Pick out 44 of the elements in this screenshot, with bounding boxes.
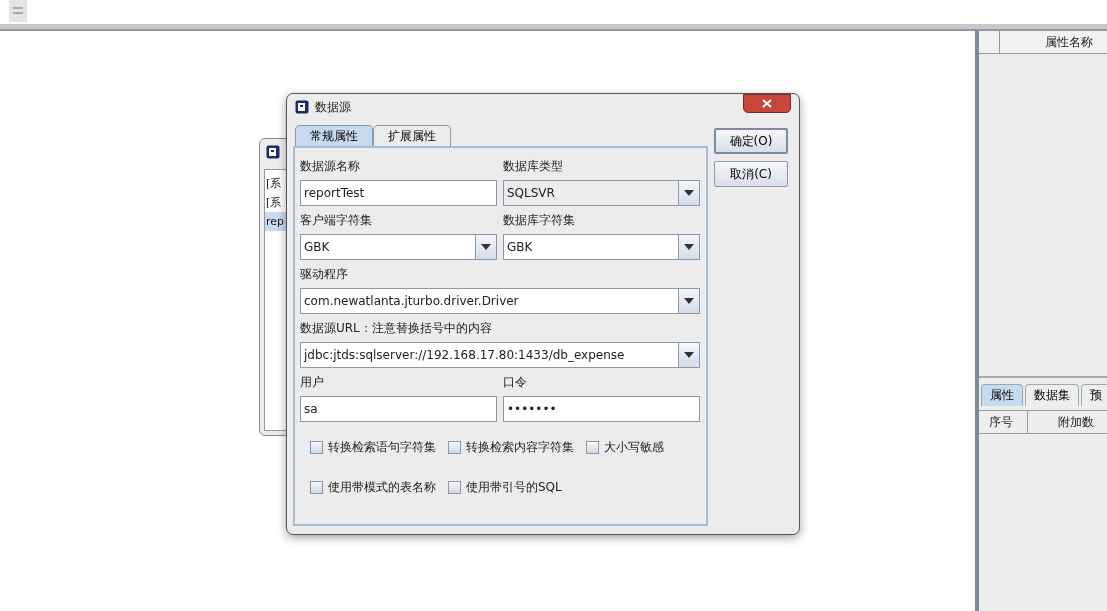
caret-icon — [684, 190, 694, 196]
field-label: 数据源URL：注意替换括号中的内容 — [300, 320, 493, 336]
column-header: 附加数 — [1057, 414, 1095, 431]
caret-icon — [684, 352, 694, 358]
dropdown[interactable]: GBK — [300, 234, 497, 260]
tab[interactable]: 扩展属性 — [373, 125, 451, 146]
tab[interactable]: 常规属性 — [295, 125, 373, 146]
checkbox[interactable]: 使用带模式的表名称 — [310, 478, 436, 496]
field-label: 客户端字符集 — [300, 212, 373, 228]
app-icon — [266, 145, 280, 159]
caret-icon — [684, 244, 694, 250]
column-header: 序号 — [979, 411, 1028, 433]
field-label: 用户 — [300, 374, 325, 390]
dropdown[interactable]: GBK — [503, 234, 700, 260]
window-title: 数据源 — [315, 98, 351, 116]
list-item[interactable]: [系 — [265, 193, 286, 212]
column-header: 属性名称 — [1044, 34, 1094, 51]
dropdown[interactable]: com.newatlanta.jturbo.driver.Driver — [300, 288, 700, 314]
input-field[interactable]: reportTest — [300, 180, 497, 206]
checkbox[interactable]: 转换检索内容字符集 — [448, 438, 574, 456]
field-label: 口令 — [503, 374, 528, 390]
field-label: 驱动程序 — [300, 266, 349, 282]
field-label: 数据库字符集 — [503, 212, 576, 228]
input-field[interactable]: sa — [300, 396, 497, 422]
tab[interactable]: 预 — [1081, 384, 1107, 406]
field-label: 数据库类型 — [503, 158, 564, 174]
list-item[interactable]: rep — [265, 212, 286, 231]
tab[interactable]: 数据集 — [1025, 384, 1079, 406]
toolbar-handle-icon[interactable] — [9, 0, 27, 22]
app-icon — [295, 100, 309, 114]
caret-icon — [481, 244, 491, 250]
dialog-button[interactable]: 确定(O) — [714, 128, 788, 154]
list-item[interactable]: [系 — [265, 174, 286, 193]
checkbox[interactable]: 使用带引号的SQL — [448, 478, 562, 496]
checkbox[interactable]: 转换检索语句字符集 — [310, 438, 436, 456]
dropdown[interactable]: jdbc:jtds:sqlserver://192.168.17.80:1433/db_expense — [300, 342, 700, 368]
close-icon — [762, 99, 772, 108]
field-label: 数据源名称 — [300, 158, 361, 174]
dialog-button[interactable]: 取消(C) — [714, 161, 788, 187]
input-field[interactable]: ••••••• — [503, 396, 700, 422]
caret-icon — [684, 298, 694, 304]
close-button[interactable] — [743, 94, 791, 113]
tab[interactable]: 属性 — [981, 384, 1023, 406]
checkbox[interactable]: 大小写敏感 — [586, 438, 664, 456]
